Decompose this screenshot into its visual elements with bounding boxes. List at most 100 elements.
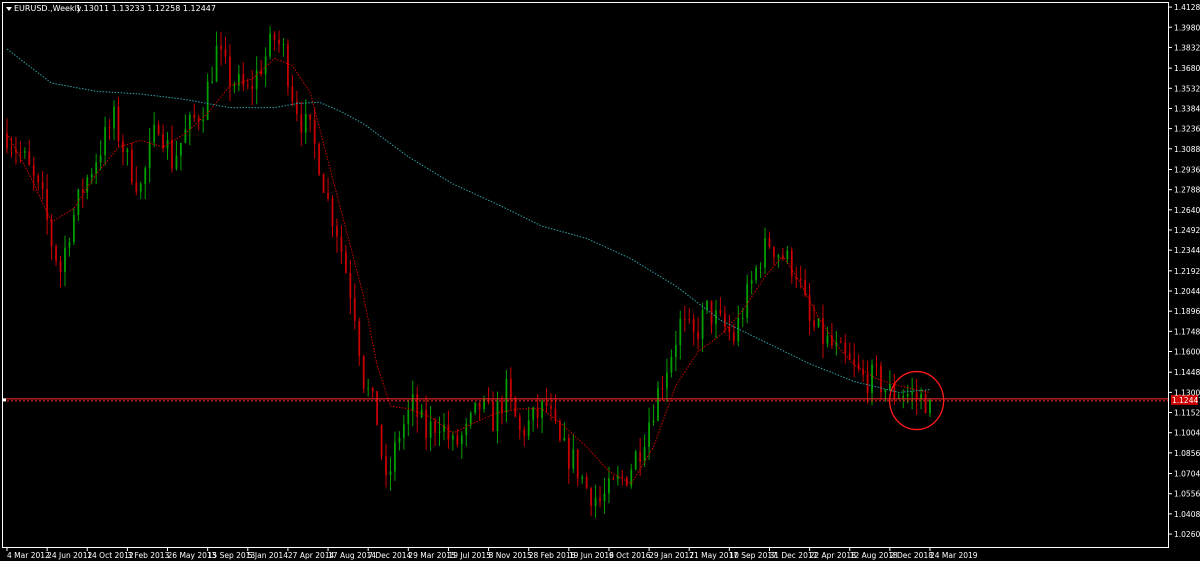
- candle-body: [737, 318, 740, 342]
- candle-body: [924, 394, 927, 414]
- candle-body: [817, 318, 820, 327]
- candle-body: [179, 142, 182, 156]
- candle-body: [416, 394, 419, 417]
- candle-body: [340, 236, 343, 252]
- candle-body: [906, 394, 909, 397]
- x-tick-label: 7 Dec 2014: [368, 551, 411, 560]
- candle-body: [532, 407, 535, 421]
- candle-body: [211, 81, 214, 83]
- candle-body: [701, 310, 704, 339]
- candle-body: [126, 149, 129, 153]
- x-tick-label: 19 Jun 2016: [569, 551, 614, 560]
- candle-body: [875, 364, 878, 366]
- candle-body: [251, 85, 254, 90]
- y-tick-label: 1.17480: [1174, 327, 1200, 336]
- candle-body: [233, 85, 236, 87]
- candle-body: [282, 44, 285, 46]
- candle-body: [518, 416, 521, 430]
- candle-body: [353, 298, 356, 322]
- candle-body: [732, 332, 735, 342]
- candle-body: [376, 391, 378, 426]
- candle-body: [23, 151, 26, 153]
- candle-body: [643, 446, 646, 462]
- candle-body: [371, 387, 374, 392]
- candle-body: [746, 283, 749, 318]
- candle-body: [278, 39, 280, 45]
- candle-body: [447, 424, 450, 440]
- candle-body: [81, 189, 84, 193]
- candle-body: [122, 140, 124, 153]
- candle-body: [808, 295, 811, 321]
- candle-body: [657, 388, 659, 421]
- candle-body: [193, 114, 196, 118]
- candle-body: [327, 192, 329, 199]
- candle-body: [367, 387, 370, 389]
- candle-body: [104, 127, 106, 156]
- candle-body: [648, 422, 650, 447]
- candle-body: [719, 310, 722, 314]
- candle-body: [839, 342, 842, 344]
- candle-body: [603, 493, 606, 502]
- candle-body: [64, 247, 66, 272]
- candle-body: [576, 449, 579, 479]
- y-tick-label: 1.23440: [1174, 246, 1200, 255]
- price-chart[interactable]: EURUSD.,Weekly 1.13011 1.13233 1.12258 1…: [0, 0, 1200, 561]
- candle-body: [28, 151, 31, 165]
- candle-body: [389, 471, 392, 476]
- y-tick-label: 1.10040: [1174, 429, 1200, 438]
- candle-body: [683, 318, 686, 320]
- x-tick-label: 4 Mar 2012: [7, 551, 50, 560]
- candle-body: [545, 401, 548, 406]
- candle-body: [438, 431, 441, 433]
- candle-body: [287, 44, 289, 87]
- candle-body: [563, 437, 566, 441]
- candle-body: [465, 423, 468, 436]
- candle-body: [853, 359, 856, 364]
- candle-body: [755, 267, 758, 281]
- candle-body: [509, 378, 512, 398]
- x-tick-label: 24 Jun 2012: [47, 551, 92, 560]
- candle-body: [929, 399, 931, 414]
- candle-body: [866, 374, 869, 394]
- candle-body: [385, 456, 387, 476]
- candle-body: [541, 401, 543, 418]
- candle-body: [483, 398, 486, 410]
- candle-body: [799, 278, 802, 281]
- candle-body: [888, 383, 891, 390]
- candle-body: [813, 320, 815, 327]
- candle-body: [790, 250, 793, 277]
- candle-body: [260, 70, 263, 75]
- x-tick-label: 3 Feb 2013: [127, 551, 169, 560]
- y-tick-label: 1.30880: [1174, 145, 1200, 154]
- candle-body: [670, 356, 673, 373]
- candle-body: [380, 425, 383, 457]
- candle-body: [411, 394, 414, 411]
- y-tick-label: 1.16000: [1174, 347, 1200, 356]
- candle-body: [706, 300, 708, 311]
- candle-body: [759, 267, 762, 269]
- candle-body: [608, 478, 610, 494]
- candle-body: [501, 401, 503, 413]
- y-tick-label: 1.33840: [1174, 104, 1200, 113]
- candle-body: [523, 429, 526, 437]
- candle-body: [224, 49, 227, 57]
- candle-body: [710, 300, 713, 325]
- y-tick-label: 1.35320: [1174, 84, 1200, 93]
- candle-body: [113, 106, 115, 129]
- y-tick-label: 1.21920: [1174, 267, 1200, 276]
- candle-body: [616, 476, 619, 479]
- candle-body: [723, 313, 726, 327]
- candle-body: [862, 368, 865, 375]
- candle-body: [741, 317, 744, 319]
- candle-body: [567, 437, 570, 469]
- candle-body: [41, 182, 44, 189]
- x-tick-label: 24 Mar 2019: [930, 551, 978, 560]
- candle-body: [157, 124, 160, 135]
- candle-body: [117, 106, 120, 141]
- candle-body: [304, 114, 307, 133]
- candle-body: [10, 148, 13, 150]
- candle-body: [666, 372, 668, 389]
- y-tick-label: 1.11520: [1174, 409, 1200, 418]
- candle-body: [108, 127, 111, 129]
- candle-body: [242, 74, 245, 86]
